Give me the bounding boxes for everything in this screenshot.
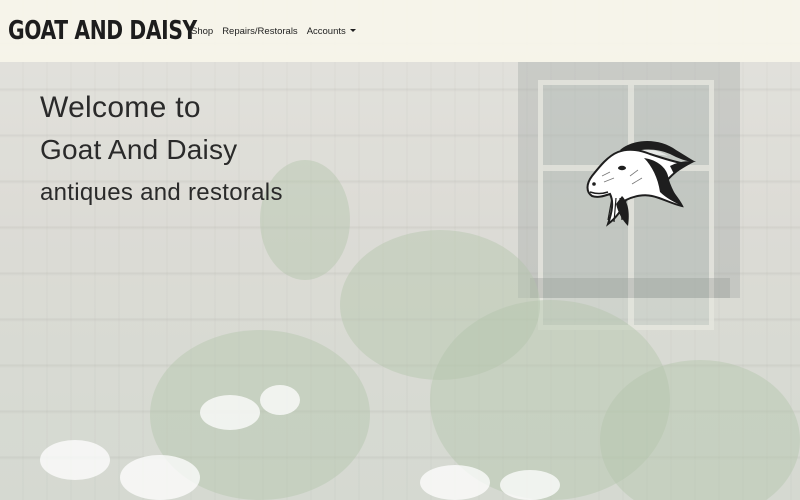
nav-link-repairs-restorals[interactable]: Repairs/Restorals [222,26,298,37]
hero-text: Welcome to Goat And Daisy antiques and r… [40,88,283,214]
hero-background-image [0,0,800,500]
page: GOAT AND DAISY Shop Repairs/Restorals Ac… [0,0,800,500]
hero-title: Goat And Daisy [40,134,238,165]
brand-logo-text[interactable]: GOAT AND DAISY [8,16,197,46]
top-navbar: GOAT AND DAISY Shop Repairs/Restorals Ac… [0,0,800,62]
caret-down-icon [349,29,356,33]
hero-subtitle: antiques and restorals [40,179,283,206]
nav-dropdown-accounts-label: Accounts [306,25,346,37]
nav-dropdown-accounts[interactable]: Accounts [307,26,356,37]
goat-head-icon [586,141,696,227]
hero-welcome-text: Welcome to [40,91,201,124]
